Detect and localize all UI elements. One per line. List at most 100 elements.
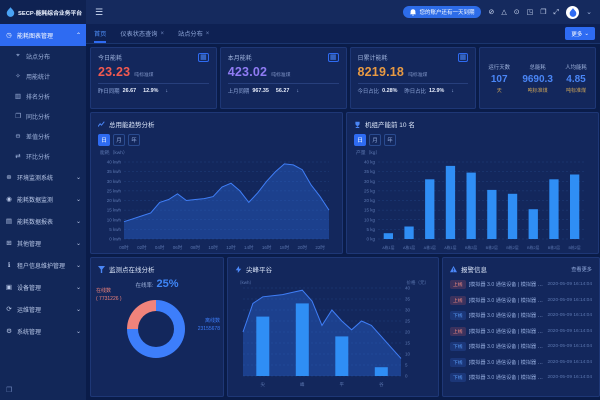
lock-icon[interactable]: ⊙ <box>514 9 520 16</box>
sidebar-group-icon: ⊛ <box>5 173 13 181</box>
sidebar-group-8[interactable]: ⚙系统管理⌄ <box>0 320 86 342</box>
sidebar-item-icon: ⇄ <box>14 152 22 160</box>
toggle-日[interactable]: 日 <box>98 134 110 146</box>
sidebar-group-1[interactable]: ⊛环境监测系统⌄ <box>0 166 86 188</box>
lightning-icon <box>235 266 242 273</box>
topbar-icon-group: ⊘ △ ⊙ ◳ ❐ ⤢ <box>488 9 559 16</box>
svg-text:22时: 22时 <box>315 244 325 250</box>
y-axis-title: 产量（kg） <box>356 149 591 156</box>
tab-bar: 首页仪表状态查询× 站点分布× 更多 ⌄ <box>86 24 600 44</box>
app-logo: SECP-能耗综合业务平台 <box>0 0 86 24</box>
sidebar-group-2[interactable]: ◉能耗数据监测⌄ <box>0 188 86 210</box>
chevron-icon: ⌄ <box>76 262 81 269</box>
sidebar-item-2[interactable]: ▥排名分析 <box>0 86 86 106</box>
sidebar-item-0[interactable]: ⌖站点分布 <box>0 46 86 66</box>
chevron-down-icon: ⌄ <box>584 31 589 37</box>
tab-2[interactable]: 站点分布× <box>178 24 209 43</box>
bottom-row: 监测点在线分析 在线率:25% 在线数 ( 7731226 ) 离线数 2315… <box>90 257 596 397</box>
chevron-down-icon[interactable]: ⌄ <box>586 8 592 16</box>
arrow-down-icon: ↓ <box>296 88 299 94</box>
chevron-icon: ⌄ <box>76 196 81 203</box>
sidebar-group-6[interactable]: ▣设备管理⌄ <box>0 276 86 298</box>
sidebar-group-0[interactable]: ◷能耗图表管理⌃ <box>0 24 86 46</box>
alarm-row[interactable]: 上线[模拟器 3.0 通信设备 | 模拟器 3.0...2020-05-09 1… <box>450 294 592 307</box>
sidebar-item-4[interactable]: ⊖差值分析 <box>0 126 86 146</box>
svg-text:A栋1层: A栋1层 <box>424 245 436 250</box>
toggle-月[interactable]: 月 <box>113 134 125 146</box>
svg-text:08时: 08时 <box>191 244 201 250</box>
sidebar-item-3[interactable]: ❐同比分析 <box>0 106 86 126</box>
svg-text:25 kwh: 25 kwh <box>107 188 122 193</box>
menu-fold-icon[interactable]: ☰ <box>95 8 103 17</box>
avatar[interactable] <box>566 6 579 19</box>
alarm-time: 2020-05-09 16:14:04 <box>547 360 592 365</box>
alarm-message: [模拟器 3.0 通信设备 | 模拟器 3.0... <box>469 297 545 304</box>
trend-period-toggles: 日月年 <box>98 134 335 146</box>
alarm-time: 2020-05-09 16:14:04 <box>547 282 592 287</box>
more-button[interactable]: 更多 ⌄ <box>565 27 595 40</box>
sidebar-group-3[interactable]: ▤能耗数据报表⌄ <box>0 210 86 232</box>
alarm-row[interactable]: 下线[模拟器 3.0 通信设备 | 模拟器 3.0...2020-05-09 1… <box>450 371 592 384</box>
toggle-月[interactable]: 月 <box>369 134 381 146</box>
toggle-年[interactable]: 年 <box>128 134 140 146</box>
sidebar-collapse-icon[interactable]: ❐ <box>6 386 12 394</box>
more-label: 更多 <box>571 30 582 38</box>
svg-text:5 kg: 5 kg <box>366 227 375 232</box>
sidebar-group-icon: ℹ <box>5 261 13 269</box>
toggle-年[interactable]: 年 <box>384 134 396 146</box>
tab-0[interactable]: 首页 <box>94 24 106 43</box>
line-chart-icon <box>98 121 105 128</box>
panel-title: 总用能趋势分析 <box>109 119 155 129</box>
svg-text:35 kg: 35 kg <box>364 169 376 174</box>
panel-title: 监测点在线分析 <box>109 264 155 274</box>
svg-text:10: 10 <box>405 352 411 357</box>
alarm-row[interactable]: 下线[模拟器 3.0 通信设备 | 模拟器 3.0...2020-05-09 1… <box>450 356 592 369</box>
view-more-link[interactable]: 查看更多 <box>571 266 592 273</box>
svg-text:16时: 16时 <box>262 244 272 250</box>
alert-triangle-icon[interactable]: △ <box>501 9 506 16</box>
svg-text:A栋1层: A栋1层 <box>403 245 415 250</box>
online-rate-label: 在线率: <box>135 283 153 289</box>
svg-text:尖: 尖 <box>261 381 266 388</box>
stat-card-0: 今日能耗▦23.23吨标准煤昨日同期26.6712.9%↓ <box>90 47 217 109</box>
alarm-message: [模拟器 3.0 通信设备 | 模拟器 3.0... <box>469 374 545 381</box>
alarm-row[interactable]: 下线[模拟器 3.0 通信设备 | 模拟器 3.0...2020-05-09 1… <box>450 340 592 353</box>
alarm-list: 上线[模拟器 3.0 通信设备 | 模拟器 3.0...2020-05-09 1… <box>450 278 592 384</box>
svg-text:5 kwh: 5 kwh <box>109 227 121 232</box>
chevron-icon: ⌄ <box>76 328 81 335</box>
svg-text:B栋2层: B栋2层 <box>465 245 477 250</box>
close-icon[interactable]: × <box>206 31 210 37</box>
account-expiry-notice[interactable]: 您的账户还有一天到期 <box>403 6 481 18</box>
toggle-日[interactable]: 日 <box>354 134 366 146</box>
alarm-row[interactable]: 上线[模拟器 3.0 通信设备 | 模拟器 3.0...2020-05-09 1… <box>450 325 592 338</box>
svg-text:B栋2层: B栋2层 <box>486 245 498 250</box>
panel-title: 机组产能前 10 名 <box>365 119 415 129</box>
status-badge: 下线 <box>450 311 466 320</box>
tab-1[interactable]: 仪表状态查询× <box>120 24 164 43</box>
close-icon[interactable]: × <box>161 31 165 37</box>
alarm-row[interactable]: 下线[模拟器 3.0 通信设备 | 模拟器 3.0...2020-05-09 1… <box>450 309 592 322</box>
stat-card-1: 本月能耗▦423.02吨标准煤上月同期967.3556.27↓ <box>220 47 347 109</box>
fullscreen-icon[interactable]: ⤢ <box>554 9 560 16</box>
sidebar-group-5[interactable]: ℹ租户信息维护管理⌄ <box>0 254 86 276</box>
online-donut-chart <box>127 300 185 358</box>
trophy-icon[interactable]: ◳ <box>527 9 534 16</box>
sidebar-item-1[interactable]: ✧用能统计 <box>0 66 86 86</box>
charts-row: 总用能趋势分析 日月年 能耗（kwh） 0 kwh5 kwh10 kwh15 k… <box>90 112 596 254</box>
app-title: SECP-能耗综合业务平台 <box>18 8 82 17</box>
sidebar-group-icon: ⟳ <box>5 305 13 313</box>
sidebar-item-5[interactable]: ⇄环比分析 <box>0 146 86 166</box>
svg-text:15: 15 <box>405 341 411 346</box>
svg-text:价格（元）: 价格（元） <box>407 279 430 286</box>
shield-icon[interactable]: ⊘ <box>488 9 494 16</box>
sidebar-group-7[interactable]: ⟳运维管理⌄ <box>0 298 86 320</box>
sidebar-item-icon: ⌖ <box>14 52 22 60</box>
alarm-row[interactable]: 上线[模拟器 3.0 通信设备 | 模拟器 3.0...2020-05-09 1… <box>450 278 592 291</box>
copy-icon[interactable]: ❐ <box>540 9 546 16</box>
online-rate-value: 25% <box>157 278 179 290</box>
svg-text:20 kg: 20 kg <box>364 198 376 203</box>
sidebar: ◷能耗图表管理⌃⌖站点分布✧用能统计▥排名分析❐同比分析⊖差值分析⇄环比分析⊛环… <box>0 24 86 400</box>
sidebar-group-4[interactable]: ⊞其他管理⌄ <box>0 232 86 254</box>
svg-text:14时: 14时 <box>244 244 254 250</box>
sidebar-item-icon: ⊖ <box>14 132 22 140</box>
